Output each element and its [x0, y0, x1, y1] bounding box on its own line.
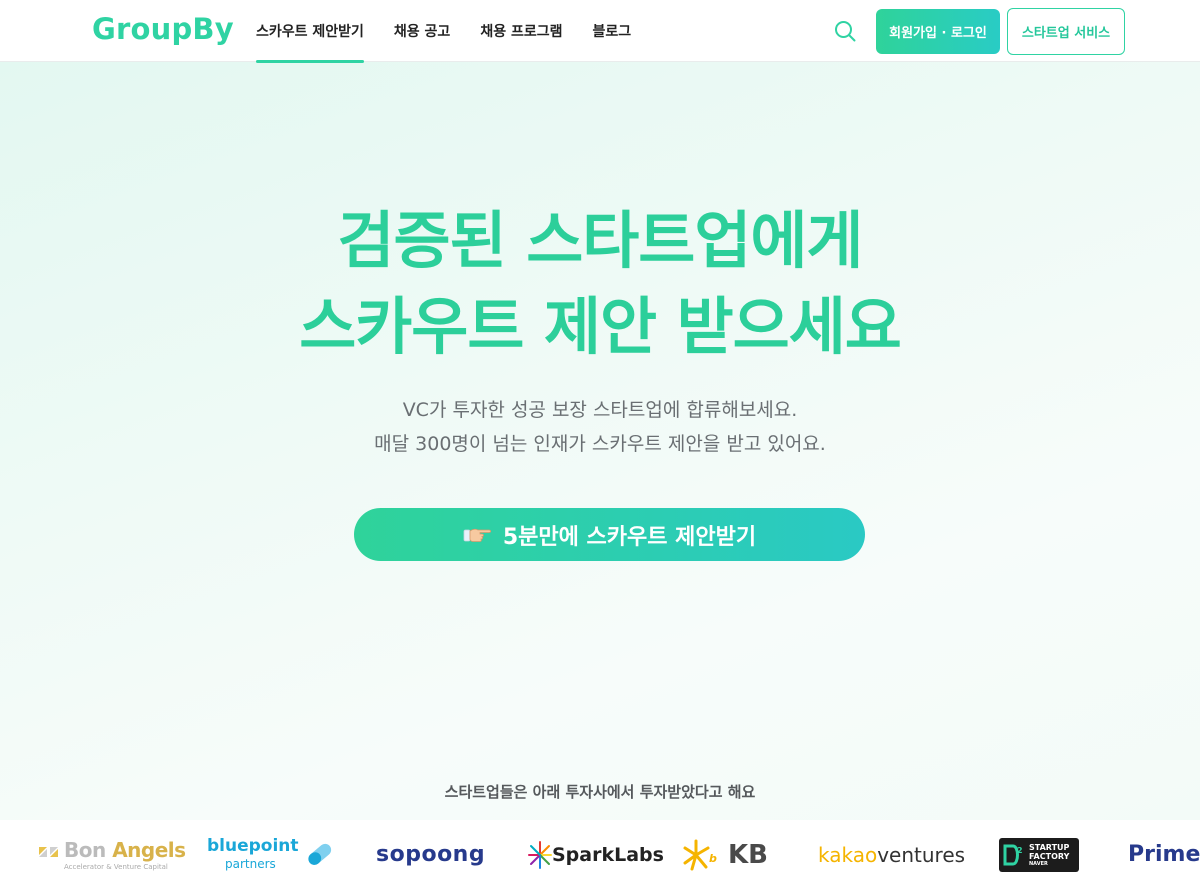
search-button[interactable]	[832, 18, 858, 44]
svg-text:b: b	[709, 852, 717, 865]
nav-item-job-postings[interactable]: 채용 공고	[394, 0, 450, 62]
hero-subtitle-line2: 매달 300명이 넘는 인재가 스카우트 제안을 받고 있어요.	[374, 433, 826, 455]
bluepoint-partners-logo: bluepoint partners	[207, 820, 335, 889]
pointing-hand-icon	[463, 525, 493, 545]
d2-mark-icon: 2	[1003, 844, 1023, 865]
bluepoint-name: bluepoint	[207, 835, 299, 856]
d2sf-line3: NAVER	[1029, 860, 1048, 867]
main-nav: 스카우트 제안받기 채용 공고 채용 프로그램 블로그	[256, 0, 661, 63]
d2-startup-factory-logo: 2 STARTUP FACTORY NAVER	[999, 820, 1079, 889]
investors-caption: 스타트업들은 아래 투자사에서 투자받았다고 해요	[444, 783, 756, 801]
bonangels-angels: Angels	[112, 838, 186, 862]
spark-burst-icon	[528, 840, 552, 869]
nav-item-scout[interactable]: 스카우트 제안받기	[256, 0, 364, 63]
ventures-part: ventures	[877, 842, 966, 867]
sparklabs-name: SparkLabs	[552, 843, 664, 866]
bluepoint-capsule-icon	[307, 843, 331, 865]
investor-logo-strip: Bon Angels Accelerator & Venture Capital…	[0, 820, 1200, 889]
hero-subtitle-line1: VC가 투자한 성공 보장 스타트업에 합류해보세요.	[402, 399, 798, 421]
primer-logo: Primer	[1128, 842, 1200, 867]
sopoong-logo: sopoong	[376, 842, 486, 867]
hero-title-line1: 검증된 스타트업에게	[337, 204, 864, 277]
kb-name: KB	[728, 839, 768, 870]
hero-section: 검증된 스타트업에게 스카우트 제안 받으세요 VC가 투자한 성공 보장 스타…	[0, 62, 1200, 820]
top-navigation-bar: GroupBy 스카우트 제안받기 채용 공고 채용 프로그램 블로그 회원가입…	[0, 0, 1200, 63]
bonangels-bon: Bon	[64, 838, 106, 862]
bonangels-tagline: Accelerator & Venture Capital	[64, 863, 168, 871]
nav-item-hiring-programs[interactable]: 채용 프로그램	[480, 0, 562, 62]
sparklabs-logo: SparkLabs	[528, 820, 664, 889]
hero-title-line2: 스카우트 제안 받으세요	[299, 290, 902, 363]
kb-star-icon: b	[683, 839, 717, 870]
bonangels-mark-icon	[39, 846, 58, 857]
bluepoint-tagline: partners	[225, 856, 276, 871]
kb-logo: b KB	[682, 820, 768, 889]
nav-item-blog[interactable]: 블로그	[592, 0, 631, 62]
search-icon	[835, 21, 856, 42]
startup-service-button[interactable]: 스타트업 서비스	[1007, 8, 1125, 55]
d2sf-line1: STARTUP	[1029, 842, 1070, 852]
svg-text:2: 2	[1017, 846, 1023, 855]
scout-offer-cta-button[interactable]: 5분만에 스카우트 제안받기	[354, 508, 865, 561]
signup-login-button[interactable]: 회원가입 · 로그인	[876, 9, 1000, 54]
groupby-logo[interactable]: GroupBy	[92, 12, 234, 46]
d2sf-line2: FACTORY	[1029, 851, 1070, 861]
cta-label: 5분만에 스카우트 제안받기	[502, 524, 757, 550]
bonangels-logo: Bon Angels Accelerator & Venture Capital	[38, 820, 186, 889]
kakao-part: kakao	[818, 842, 878, 867]
kakao-ventures-logo: kakao ventures	[818, 820, 965, 889]
